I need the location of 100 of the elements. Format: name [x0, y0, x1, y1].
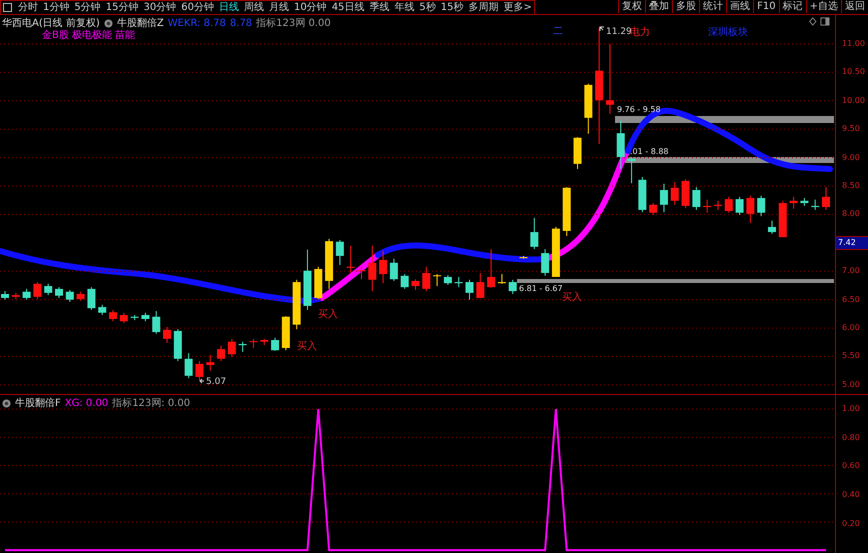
last-price-tag: 7.42: [836, 236, 868, 250]
zone-label: 6.81 - 6.67: [519, 284, 563, 293]
candle: [325, 238, 334, 290]
candle: [357, 263, 366, 280]
axis-label: 10.50: [842, 66, 865, 78]
period-tab[interactable]: 周线: [242, 1, 266, 14]
period-tab[interactable]: 60分钟: [179, 1, 216, 14]
axis-label: 1.00: [842, 403, 860, 416]
arrow-icon: [600, 26, 604, 32]
toolbar-button[interactable]: 多股: [672, 0, 700, 13]
circle-icon[interactable]: [2, 398, 11, 408]
candle: [790, 196, 798, 210]
toolbar-button[interactable]: 返回: [841, 0, 868, 13]
period-tab[interactable]: 月线: [266, 1, 291, 14]
candle: [55, 286, 64, 298]
period-tab[interactable]: 45日线: [330, 1, 366, 14]
candle: [260, 338, 268, 346]
period-tab[interactable]: 15分钟: [104, 1, 140, 14]
candle: [184, 352, 193, 379]
candle: [422, 266, 430, 292]
period-tab[interactable]: 5分钟: [72, 1, 103, 14]
period-tab[interactable]: 1分钟: [41, 1, 72, 14]
axis-label: 5.00: [842, 378, 860, 391]
arrow-icon: [200, 378, 204, 384]
candle: [98, 304, 106, 316]
candle: [163, 326, 172, 344]
candle: [433, 274, 442, 287]
candle: [292, 279, 301, 330]
candle: [282, 316, 290, 351]
indicator-value: WEKR: 8.78: [168, 18, 226, 28]
candle: [628, 156, 636, 184]
period-tab[interactable]: 分时: [16, 1, 40, 14]
candle: [638, 176, 646, 213]
candle: [649, 202, 658, 216]
indicator-value: 指标123网 0.00: [256, 16, 331, 30]
candle: [562, 186, 571, 237]
candle: [130, 314, 139, 321]
axis-label: 8.50: [842, 180, 860, 192]
candle: [498, 274, 506, 284]
buy-signal-label: 买入: [562, 292, 582, 303]
axis-label: 6.00: [842, 322, 860, 334]
candle: [476, 272, 484, 298]
candle: [444, 274, 452, 286]
candle: [400, 274, 409, 290]
candle: [574, 136, 582, 170]
period-tab[interactable]: 年线: [392, 1, 416, 14]
toolbar-button[interactable]: 复权: [618, 0, 646, 13]
candle: [390, 258, 398, 282]
toolbar-button[interactable]: 画线: [726, 0, 754, 13]
price-marker-label: 11.29: [606, 27, 632, 37]
period-tab[interactable]: 日线: [216, 1, 241, 14]
candle: [22, 288, 31, 300]
candle: [336, 240, 344, 266]
toolbar-button[interactable]: F10: [753, 0, 779, 13]
axis-label: 6.50: [842, 294, 860, 306]
candle: [412, 278, 420, 291]
candle: [346, 245, 355, 274]
candle: [120, 312, 128, 324]
period-tab[interactable]: 季线: [367, 1, 392, 14]
candle: [757, 195, 766, 217]
indicator-name: 牛股翻倍F: [15, 396, 61, 410]
period-tab[interactable]: 5秒: [417, 1, 438, 14]
period-tab[interactable]: 更多>: [502, 1, 534, 14]
candle: [724, 196, 733, 214]
candle: [508, 279, 517, 294]
candle: [249, 338, 258, 348]
period-tab[interactable]: 15秒: [438, 1, 466, 14]
candle: [778, 200, 787, 238]
axis-label: 9.50: [842, 123, 860, 136]
candle: [152, 310, 160, 334]
candle: [1, 290, 9, 300]
toolbar-button[interactable]: +自选: [806, 0, 841, 13]
candle: [314, 266, 322, 300]
candle: [541, 248, 550, 276]
axis-label: 0.20: [842, 518, 860, 530]
toolbar-button[interactable]: 标记: [778, 0, 806, 13]
axis-label: 9.00: [842, 152, 860, 164]
axis-label: 5.50: [842, 350, 860, 362]
candle: [76, 291, 85, 302]
window-controls-icon[interactable]: [809, 17, 831, 26]
axis-label: 8.00: [842, 208, 860, 220]
candle: [303, 249, 312, 310]
period-tab[interactable]: 30分钟: [141, 1, 178, 14]
axis-label: 0.40: [842, 489, 860, 501]
circle-icon[interactable]: [104, 18, 113, 28]
candle: [109, 309, 118, 322]
axis-label: 10.00: [842, 94, 865, 107]
period-tab[interactable]: 多周期: [466, 1, 501, 14]
toolbar-button[interactable]: 叠加: [645, 0, 672, 13]
indicator-value: XG: 0.00: [64, 398, 108, 408]
candle: [238, 341, 247, 352]
toolbar-button[interactable]: 统计: [699, 0, 726, 13]
mark-label: 二: [553, 26, 563, 37]
axis-label: 7.00: [842, 265, 860, 278]
candle: [33, 282, 42, 300]
period-tab[interactable]: 10分钟: [292, 1, 329, 14]
candle: [692, 186, 700, 210]
candle: [606, 43, 614, 114]
candle: [368, 245, 376, 292]
square-icon[interactable]: [3, 3, 12, 12]
